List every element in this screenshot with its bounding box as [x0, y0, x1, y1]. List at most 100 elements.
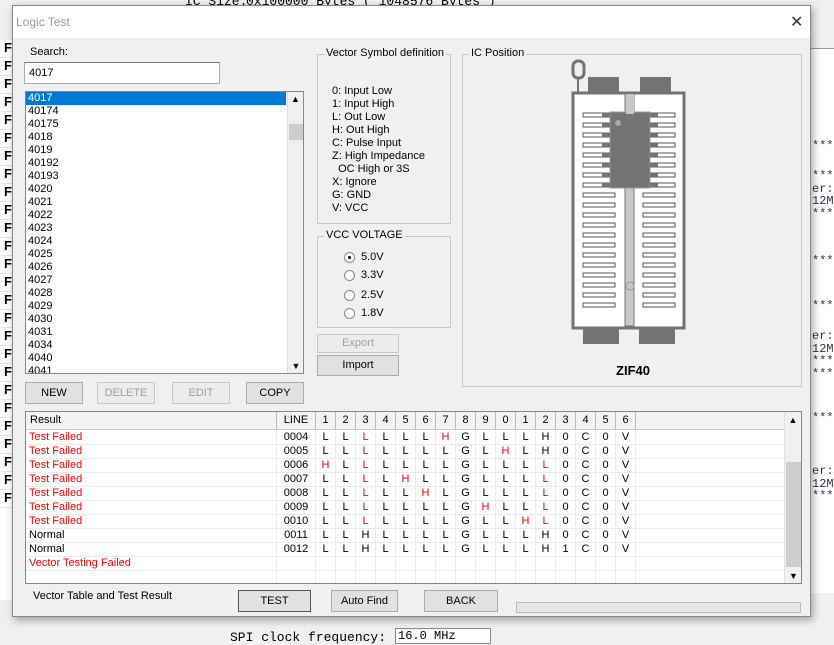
- scroll-up-icon[interactable]: ▲: [785, 412, 801, 428]
- ic-list-item[interactable]: 4018: [26, 131, 286, 144]
- ic-list-item[interactable]: 4023: [26, 222, 286, 235]
- ic-list-item[interactable]: 4025: [26, 248, 286, 261]
- ic-list-item[interactable]: 4031: [26, 326, 286, 339]
- pin-cell: L: [496, 431, 516, 445]
- ic-list-item[interactable]: 4019: [26, 144, 286, 157]
- table-row[interactable]: Test Failed 0008 L L L L L H L G L L L L 0 C 0 V: [26, 487, 786, 501]
- ic-list-item[interactable]: 4028: [26, 287, 286, 300]
- export-button[interactable]: Export: [317, 334, 399, 353]
- ic-list[interactable]: 4017 40174 40175 4018 4019 40192 40193 4020 4021…: [25, 91, 304, 374]
- ic-list-item[interactable]: 4027: [26, 274, 286, 287]
- pin-cell: 0: [556, 501, 576, 515]
- scroll-up-icon[interactable]: ▲: [288, 92, 303, 106]
- socket-pin-slot: [642, 232, 676, 238]
- column-header[interactable]: 0: [496, 412, 516, 430]
- ic-list-item[interactable]: 40174: [26, 105, 286, 118]
- spi-clock-label: SPI clock frequency:: [230, 630, 387, 645]
- ic-list-item[interactable]: 4030: [26, 313, 286, 326]
- copy-button[interactable]: COPY: [246, 382, 304, 404]
- vcc-radio-2-5v[interactable]: 2.5V: [344, 289, 384, 301]
- column-header[interactable]: 6: [416, 412, 436, 430]
- table-row[interactable]: Test Failed 0005 L L L L L L L G L H L H 0 C 0 V: [26, 445, 786, 459]
- ic-list-item[interactable]: 4021: [26, 196, 286, 209]
- column-header[interactable]: 1: [316, 412, 336, 430]
- pin-cell: V: [616, 529, 636, 543]
- column-header[interactable]: 2: [536, 412, 556, 430]
- ic-list-item[interactable]: 4022: [26, 209, 286, 222]
- pin-cell: [316, 571, 336, 583]
- import-button[interactable]: Import: [317, 355, 399, 376]
- ic-list-item[interactable]: 40192: [26, 157, 286, 170]
- test-button[interactable]: TEST: [238, 590, 311, 612]
- ic-list-item[interactable]: 4020: [26, 183, 286, 196]
- column-header[interactable]: 4: [376, 412, 396, 430]
- radio-icon[interactable]: [344, 269, 355, 281]
- edit-button[interactable]: EDIT: [172, 382, 230, 404]
- column-header[interactable]: 8: [456, 412, 476, 430]
- radio-icon[interactable]: [344, 289, 355, 301]
- table-scrollbar[interactable]: ▲ ▼: [784, 412, 801, 583]
- new-button[interactable]: NEW: [25, 382, 83, 404]
- vector-table[interactable]: Result LINE 1 2 3 4 5 6 7 8 9 0 1 2 3 4 5 6 Test Failed 00…: [25, 411, 802, 584]
- pin-cell: H: [476, 501, 496, 515]
- spi-clock-select[interactable]: 16.0 MHz: [395, 628, 491, 644]
- table-row[interactable]: [26, 571, 786, 583]
- column-header[interactable]: 6: [616, 412, 636, 430]
- pin-cell: L: [316, 515, 336, 529]
- pin-cell: L: [396, 543, 416, 557]
- close-icon[interactable]: ✕: [790, 12, 803, 32]
- pin-cell: [336, 571, 356, 583]
- ic-list-item[interactable]: 4029: [26, 300, 286, 313]
- pin-cell: L: [516, 459, 536, 473]
- delete-button[interactable]: DELETE: [97, 382, 155, 404]
- pin-cell: L: [436, 473, 456, 487]
- vcc-radio-3-3v[interactable]: 3.3V: [344, 269, 384, 281]
- table-row[interactable]: Test Failed 0010 L L L L L L L G L L H L 0 C 0 V: [26, 515, 786, 529]
- ic-list-item[interactable]: 4024: [26, 235, 286, 248]
- scroll-thumb[interactable]: [786, 462, 801, 567]
- scroll-thumb[interactable]: [289, 124, 303, 140]
- vcc-radio-1-8v[interactable]: 1.8V: [344, 307, 384, 319]
- table-row[interactable]: Test Failed 0006 H L L L L L L G L L L L 0 C 0 V: [26, 459, 786, 473]
- table-row[interactable]: Vector Testing Failed: [26, 557, 786, 571]
- column-header[interactable]: 9: [476, 412, 496, 430]
- column-header[interactable]: 1: [516, 412, 536, 430]
- ic-list-item[interactable]: 40193: [26, 170, 286, 183]
- ic-list-item[interactable]: 4040: [26, 352, 286, 365]
- ic-list-item[interactable]: 4026: [26, 261, 286, 274]
- column-header[interactable]: 3: [356, 412, 376, 430]
- column-header[interactable]: 7: [436, 412, 456, 430]
- background-log-text: 12M: [812, 194, 834, 208]
- pin-cell: L: [396, 515, 416, 529]
- column-header[interactable]: 5: [396, 412, 416, 430]
- column-header[interactable]: 2: [336, 412, 356, 430]
- ic-list-item[interactable]: 4017: [26, 92, 286, 105]
- table-row[interactable]: Test Failed 0007 L L L L H L L G L L L L 0 C 0 V: [26, 473, 786, 487]
- table-row[interactable]: Test Failed 0009 L L L L L L L G H L L L 0 C 0 V: [26, 501, 786, 515]
- pin-cell: L: [396, 431, 416, 445]
- radio-icon[interactable]: [344, 251, 355, 263]
- back-button[interactable]: BACK: [424, 590, 498, 612]
- auto-find-button[interactable]: Auto Find: [331, 590, 398, 612]
- pin-cell: C: [576, 529, 596, 543]
- scroll-down-icon[interactable]: ▼: [785, 569, 801, 583]
- column-header[interactable]: Result: [26, 412, 277, 430]
- column-header[interactable]: LINE: [277, 412, 316, 430]
- scroll-down-icon[interactable]: ▼: [288, 359, 303, 373]
- pin-cell: L: [336, 515, 356, 529]
- column-header[interactable]: 4: [576, 412, 596, 430]
- column-header[interactable]: 5: [596, 412, 616, 430]
- ic-list-item[interactable]: 4034: [26, 339, 286, 352]
- ic-list-item[interactable]: 40175: [26, 118, 286, 131]
- radio-icon[interactable]: [344, 307, 355, 319]
- column-header[interactable]: 3: [556, 412, 576, 430]
- vcc-radio-5-0v[interactable]: 5.0V: [344, 251, 384, 263]
- ic-list-item[interactable]: 4041: [26, 365, 286, 373]
- table-row[interactable]: Normal 0011 L L H L L L L G L L L H 0 C 0 V: [26, 529, 786, 543]
- table-row[interactable]: Test Failed 0004 L L L L L L H G L L L H 0 C 0 V: [26, 431, 786, 445]
- list-scrollbar[interactable]: ▲ ▼: [287, 92, 303, 373]
- search-input[interactable]: [24, 62, 220, 84]
- pin-cell: [496, 571, 516, 583]
- table-row[interactable]: Normal 0012 L L H L L L L G L L L H 1 C 0 V: [26, 543, 786, 557]
- pin-cell: L: [376, 487, 396, 501]
